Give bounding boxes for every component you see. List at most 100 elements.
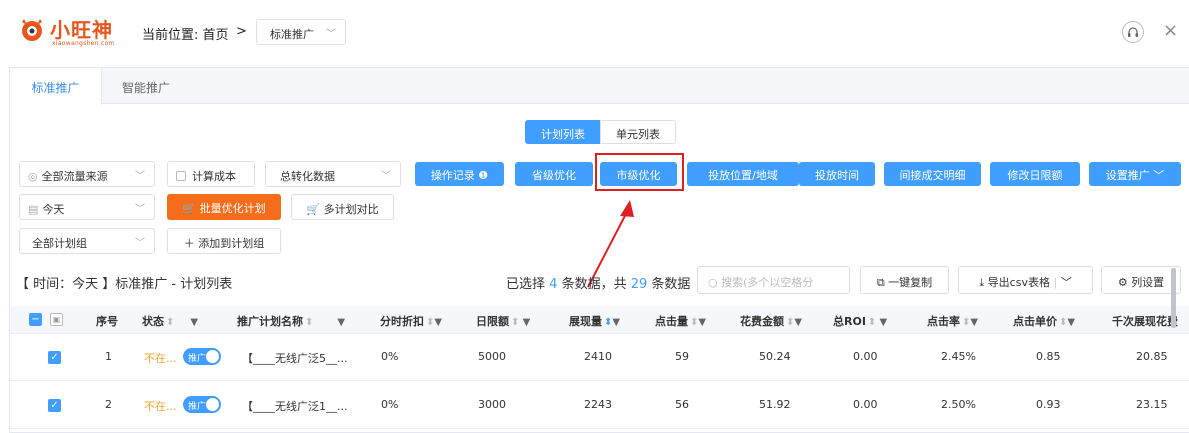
col-impressions[interactable]: 展现量 ⬍▼ [569,313,620,329]
col-cpc-label: 点击单价 [1013,315,1057,328]
plan-list-toggle[interactable]: 计划列表 [525,120,601,144]
table-row[interactable]: ✓ 2 不在... 推广 【____无线广泛1__... 0% 3000 224… [10,382,1189,429]
indirect-deal-button[interactable]: 间接成交明细 [884,162,981,186]
column-settings-button[interactable]: ⚙ 列设置 [1101,266,1181,294]
breadcrumb-select-value: 标准推广 [270,28,314,41]
tab-standard[interactable]: 标准推广 [10,68,102,105]
col-cost[interactable]: 花费金额 ⬍▼ [740,313,802,329]
sel-suffix: 条数据 [651,277,691,292]
add-to-group-label: 添加到计划组 [198,237,265,250]
checkbox-icon [176,171,186,181]
breadcrumb-select[interactable]: 标准推广 ﹀ [256,19,346,45]
filter-icon[interactable]: ▼ [698,317,706,328]
filter-icon[interactable]: ▼ [434,317,442,328]
placement-region-button[interactable]: 投放位置/地域 [687,162,799,186]
logo-icon [22,19,42,41]
settings-label: 设置推广 [1105,169,1150,182]
col-cost-label: 花费金额 [740,315,784,328]
row-checkbox[interactable]: ✓ [48,351,61,364]
cell-plan-name[interactable]: 【____无线广泛1__... [242,398,348,414]
main-panel: 标准推广 智能推广 计划列表 单元列表 ◎ 全部流量来源 ﹀ 计算成本 总转化数据… [9,67,1189,433]
province-optimize-button[interactable]: 省级优化 [515,162,593,186]
cart-icon: 🛒 [306,203,321,216]
sel-count: 4 [549,277,558,292]
row-checkbox[interactable]: ✓ [48,399,61,412]
add-to-group-button[interactable]: ＋ 添加到计划组 [167,228,281,254]
chevron-down-icon: ﹀ [381,171,391,182]
gear-icon: ⚙ [1117,276,1128,289]
logo-name: 小旺神 [50,18,113,42]
cell-cost: 50.24 [759,350,791,363]
cell-status: 不在... [144,400,177,413]
tab-smart[interactable]: 智能推广 [106,68,186,104]
filter-icon[interactable]: ▼ [519,317,531,328]
batch-optimize-label: 批量优化计划 [199,202,266,215]
traffic-source-select[interactable]: ◎ 全部流量来源 ﹀ [19,161,155,187]
cell-ctr: 2.45% [941,350,976,363]
col-roi[interactable]: 总ROI ⬍ ▼ [833,313,887,329]
calc-cost-label: 计算成本 [192,170,236,183]
col-limit[interactable]: 日限额 ⬍ ▼ [476,313,530,329]
cell-status: 不在... [144,352,177,365]
promote-toggle[interactable]: 推广 [183,396,221,413]
settings-button[interactable]: 设置推广 ﹀ [1089,162,1181,186]
col-status[interactable]: 状态 ⬍ ▼ [142,313,198,329]
select-all-checkbox[interactable]: − [29,313,42,326]
col-ctr-label: 点击率 [927,315,960,328]
plus-icon: ＋ [183,237,195,250]
table-row[interactable]: ✓ 1 不在... 推广 【____无线广泛5__... 0% 5000 241… [10,334,1189,381]
close-icon[interactable]: × [1163,20,1178,41]
col-name[interactable]: 推广计划名称 ⬍ ▼ [237,313,345,329]
chevron-down-icon: ﹀ [135,204,145,215]
col-discount[interactable]: 分时折扣 ⬍▼ [380,313,442,329]
unit-list-toggle[interactable]: 单元列表 [600,120,676,144]
cell-daily-limit: 5000 [478,350,506,363]
filter-icon[interactable]: ▼ [612,317,620,328]
daily-limit-button[interactable]: 修改日限额 [990,162,1080,186]
filter-icon[interactable]: ▼ [337,317,345,328]
col-ctr[interactable]: 点击率 ⬍▼ [927,313,978,329]
col-impressions-label: 展现量 [569,315,602,328]
vertical-scrollbar[interactable] [1171,268,1176,328]
filter-icon[interactable]: ▼ [876,317,887,328]
top-bar: 小旺神 xiaowangshen.com 当前位置: 首页 > 标准推广 ﹀ × [0,0,1189,64]
sort-icon[interactable]: ⬍ [166,317,174,328]
calc-cost-checkbox[interactable]: 计算成本 [167,161,255,187]
sel-prefix: 已选择 [506,277,546,292]
cell-cpc: 0.85 [1036,350,1061,363]
chevron-down-icon: ﹀ [1153,169,1165,182]
plan-group-select[interactable]: 全部计划组 ﹀ [19,228,155,254]
op-log-button[interactable]: 操作记录 ❶ [415,162,504,186]
logo-domain: xiaowangshen.com [52,40,115,47]
sort-icon[interactable]: ⬍ [305,317,313,328]
date-select[interactable]: ▤ 今天 ﹀ [19,194,155,220]
col-cpc[interactable]: 点击单价 ⬍▼ [1013,313,1075,329]
export-csv-button[interactable]: ⤓ 导出csv表格 | ﹀ [958,266,1093,294]
filter-icon[interactable]: ▼ [190,317,198,328]
toggle-label: 推广 [188,402,207,412]
filter-icon[interactable]: ▼ [1067,317,1075,328]
search-input[interactable]: ○ 搜索(多个以空格分 [697,266,850,294]
conversion-select[interactable]: 总转化数据 ﹀ [265,161,401,187]
cell-plan-name[interactable]: 【____无线广泛5__... [242,350,348,366]
toggle-label: 推广 [188,354,207,364]
chevron-down-icon: ﹀ [135,238,145,249]
headset-icon[interactable] [1122,21,1144,43]
promote-toggle[interactable]: 推广 [183,348,221,365]
filter-icon[interactable]: ▼ [794,317,802,328]
schedule-button[interactable]: 投放时间 [799,162,875,186]
col-clicks[interactable]: 点击量 ⬍▼ [655,313,706,329]
cell-daily-limit: 3000 [478,398,506,411]
filter-icon[interactable]: ▼ [970,317,978,328]
total-count: 29 [630,277,648,292]
column-toggle-icon[interactable]: ▣ [50,313,63,326]
cell-roi: 0.00 [853,350,878,363]
batch-optimize-button[interactable]: 🛒 批量优化计划 [167,194,281,220]
copy-button[interactable]: ⧉ 一键复制 [860,266,949,294]
compare-plans-button[interactable]: 🛒 多计划对比 [291,194,394,220]
col-cpm[interactable]: 千次展现花费 [1112,313,1178,329]
target-icon: ◎ [28,170,38,183]
breadcrumb: 当前位置: 首页 [142,28,229,43]
date-value: 今天 [42,203,65,216]
cell-index: 1 [105,350,112,363]
